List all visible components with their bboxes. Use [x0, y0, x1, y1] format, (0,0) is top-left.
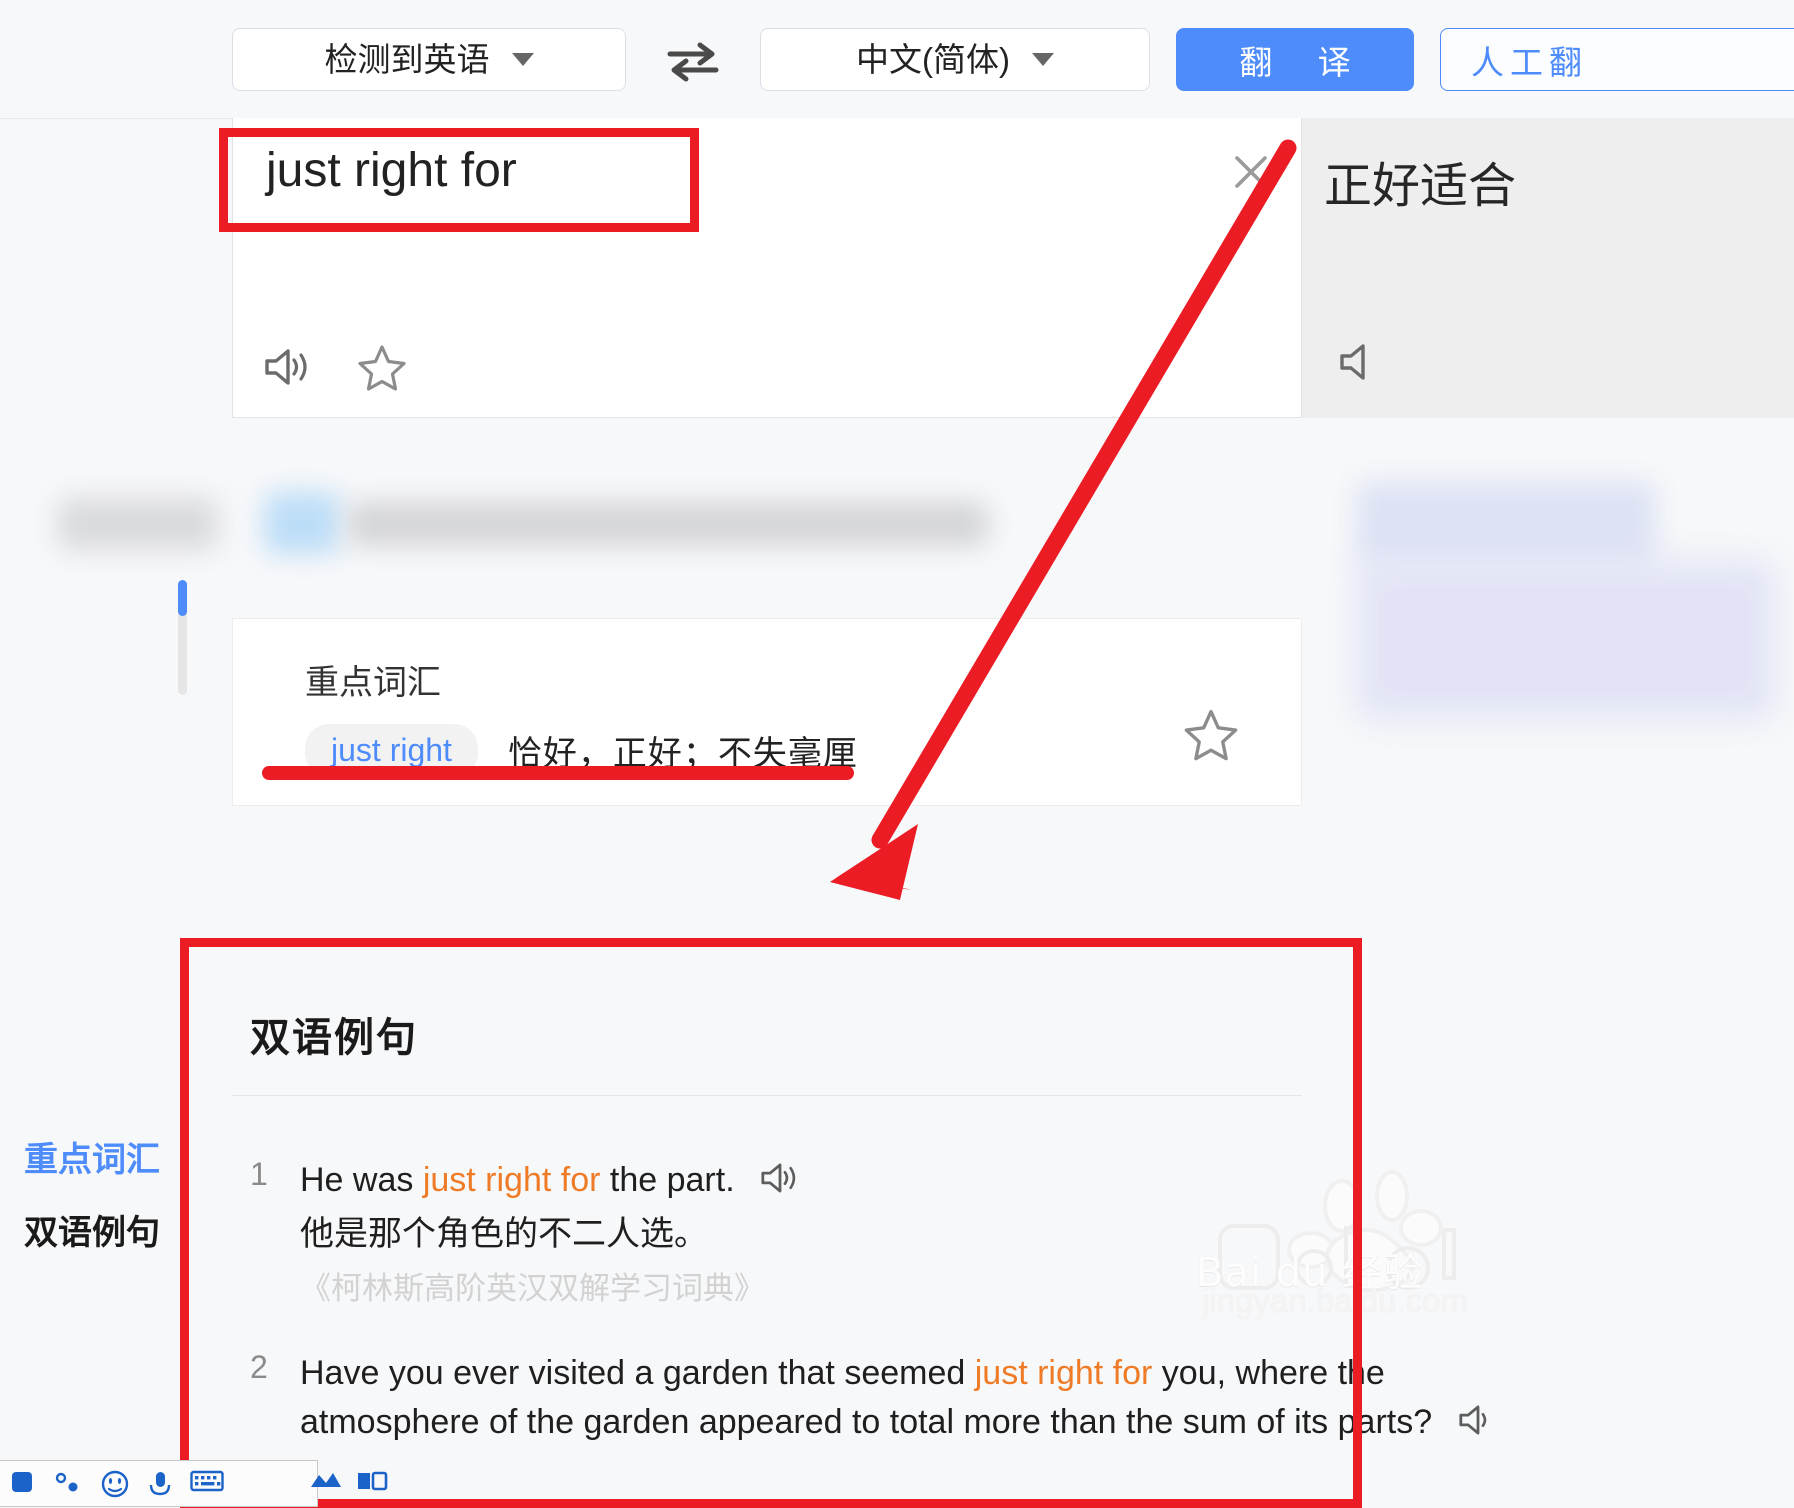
section-tabs: 重点词汇 双语例句	[0, 560, 232, 1252]
example-en-after: the part.	[600, 1161, 735, 1199]
target-language-label: 中文(简体)	[856, 41, 1010, 78]
example-english: He was just right for the part.	[300, 1156, 1792, 1204]
bilingual-examples-heading: 双语例句	[250, 1016, 418, 1060]
example-number: 2	[250, 1348, 268, 1385]
microphone-icon[interactable]	[147, 1469, 173, 1499]
key-vocabulary-title: 重点词汇	[305, 664, 441, 702]
example-chinese: 他是那个角色的不二人选。	[300, 1215, 708, 1254]
translation-page: 检测到英语 中文(简体) 翻 译 人工翻 just right for 正好适合…	[0, 0, 1794, 1508]
divider	[232, 1095, 1302, 1096]
toolbar: 检测到英语 中文(简体) 翻 译 人工翻	[0, 0, 1794, 119]
toolbox-icon[interactable]	[356, 1469, 388, 1499]
swap-languages-button[interactable]	[666, 40, 720, 84]
skin-icon[interactable]	[309, 1469, 341, 1499]
example-en-highlight: just right for	[974, 1353, 1153, 1392]
source-language-label: 检测到英语	[324, 41, 490, 78]
source-tools	[263, 343, 407, 391]
list-item: 1 He was just right for the part. 他是那个角色…	[232, 1156, 1792, 1311]
emoji-icon[interactable]	[100, 1469, 130, 1499]
example-list: 1 He was just right for the part. 他是那个角色…	[232, 1110, 1792, 1453]
example-en-before: He was	[300, 1161, 423, 1199]
example-en-highlight: just right for	[422, 1161, 601, 1199]
speaker-icon[interactable]	[758, 1160, 802, 1196]
pinyin-mode-icon[interactable]	[53, 1469, 83, 1499]
watermark-url: jingyan.baidu.com	[1202, 1282, 1468, 1319]
target-language-select[interactable]: 中文(简体)	[760, 28, 1150, 91]
vocabulary-term[interactable]: just right	[305, 724, 478, 777]
translate-button[interactable]: 翻 译	[1176, 28, 1414, 91]
close-icon[interactable]	[1231, 152, 1271, 192]
chevron-down-icon	[1031, 53, 1054, 66]
human-translate-button[interactable]: 人工翻	[1440, 28, 1794, 91]
example-source: 《柯林斯高阶英汉双解学习词典》	[300, 1270, 765, 1306]
speaker-icon[interactable]	[1338, 340, 1388, 384]
ime-toolbar[interactable]	[0, 1460, 388, 1507]
list-item: 2 Have you ever visited a garden that se…	[232, 1349, 1792, 1448]
example-number: 1	[250, 1156, 268, 1192]
source-text-panel[interactable]: just right for	[232, 118, 1302, 418]
example-english: Have you ever visited a garden that seem…	[300, 1349, 1530, 1448]
source-textarea[interactable]: just right for	[266, 143, 517, 198]
tab-indicator-thumb	[178, 580, 187, 616]
source-language-select[interactable]: 检测到英语	[232, 28, 626, 91]
key-vocabulary-card: 重点词汇 just right 恰好，正好；不失毫厘	[232, 618, 1302, 806]
example-en-before: Have you ever visited a garden that seem…	[300, 1353, 975, 1392]
speaker-icon[interactable]	[263, 345, 313, 389]
star-outline-icon[interactable]	[1183, 707, 1239, 761]
vocabulary-entry: just right 恰好，正好；不失毫厘	[305, 724, 858, 777]
vocabulary-definition: 恰好，正好；不失毫厘	[507, 735, 858, 773]
ime-logo-icon[interactable]	[10, 1469, 36, 1499]
keyboard-icon[interactable]	[190, 1469, 224, 1499]
speaker-icon[interactable]	[1456, 1402, 1500, 1438]
sidebar-item-bilingual-examples[interactable]: 双语例句	[24, 1205, 160, 1254]
chevron-down-icon	[511, 53, 534, 66]
translation-output: 正好适合	[1324, 160, 1517, 213]
blurred-sidebar-card	[1356, 560, 1776, 720]
star-outline-icon[interactable]	[357, 343, 407, 391]
sidebar-item-key-vocabulary[interactable]: 重点词汇	[24, 1132, 160, 1181]
